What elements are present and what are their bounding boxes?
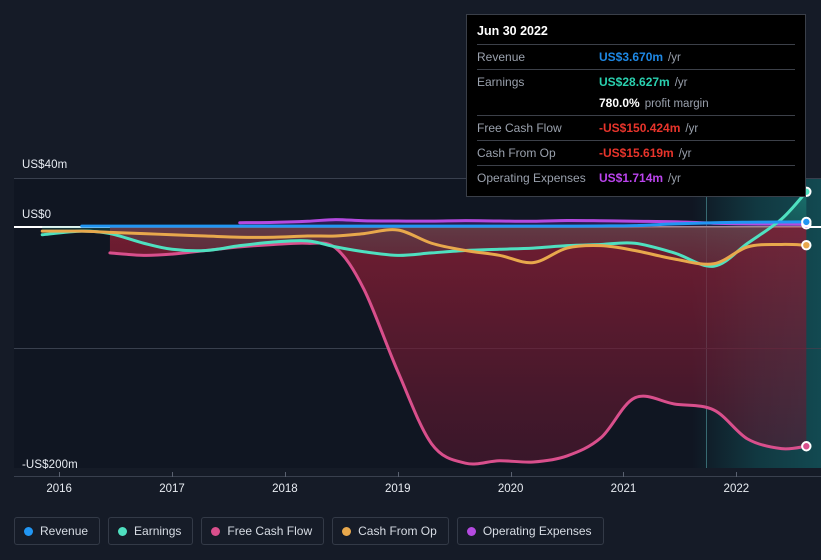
tooltip-row-value: US$3.670m/yr (599, 50, 681, 64)
chart-screenshot: US$40m US$0 -US$200m 2016 2017 2018 2019 202… (0, 0, 821, 560)
legend-color-dot-icon (24, 526, 33, 536)
legend-item-revenue[interactable]: Revenue (14, 517, 101, 545)
zero-line (14, 226, 821, 228)
x-axis-tick (59, 472, 61, 477)
legend-item-label: Operating Expenses (482, 524, 592, 538)
x-axis-tick (510, 472, 512, 477)
tooltip-row-label: Cash From Op (477, 146, 556, 160)
tooltip-row: Revenue US$3.670m/yr (477, 44, 795, 69)
x-axis-tick (397, 472, 399, 477)
tooltip-row: 780.0% profit margin (477, 94, 795, 115)
chart-legend[interactable]: Revenue Earnings Free Cash Flow Cash From O… (14, 517, 604, 545)
legend-item-label: Revenue (40, 524, 89, 538)
tooltip-row: Operating Expenses US$1.714m/yr (477, 165, 795, 190)
legend-color-dot-icon (211, 526, 221, 536)
legend-color-dot-icon (466, 526, 476, 536)
x-axis-line (14, 476, 821, 477)
y-axis-label-bottom: -US$200m (22, 459, 78, 471)
tooltip-row: Earnings US$28.627m/yr (477, 69, 795, 94)
data-tooltip: Jun 30 2022 Revenue US$3.670m/yr Earnings U… (466, 14, 806, 197)
x-axis-tick (284, 472, 286, 477)
forecast-shading (692, 178, 821, 468)
x-axis-tick-label: 2017 (159, 483, 185, 495)
tooltip-row: Cash From Op -US$15.619m/yr (477, 140, 795, 165)
tooltip-date: Jun 30 2022 (477, 24, 548, 38)
x-axis-tick (736, 472, 738, 477)
legend-item-label: Cash From Op (358, 524, 437, 538)
forecast-divider (706, 178, 707, 468)
tooltip-rows: Revenue US$3.670m/yr Earnings US$28.627m/yr… (477, 44, 795, 190)
tooltip-row-value: US$1.714m/yr (599, 171, 681, 185)
tooltip-row-label: Revenue (477, 50, 526, 64)
tooltip-row-label: Earnings (477, 75, 525, 89)
x-axis-tick-label: 2016 (46, 483, 72, 495)
x-axis-tick-label: 2018 (272, 483, 298, 495)
legend-item-cash-from-op[interactable]: Cash From Op (332, 517, 449, 545)
legend-item-operating-expenses[interactable]: Operating Expenses (456, 517, 604, 545)
tooltip-row-value: US$28.627m/yr (599, 75, 688, 89)
x-axis-tick-label: 2020 (497, 483, 524, 495)
legend-item-earnings[interactable]: Earnings (108, 517, 194, 545)
tooltip-row-value: 780.0% profit margin (599, 96, 709, 110)
legend-item-free-cash-flow[interactable]: Free Cash Flow (201, 517, 325, 545)
tooltip-row-value: -US$150.424m/yr (599, 121, 699, 135)
tooltip-row-label: Operating Expenses (477, 171, 586, 185)
plot-area (14, 178, 821, 468)
x-axis-tick-label: 2019 (384, 483, 411, 495)
gridline-neg100m (14, 348, 821, 349)
tooltip-row-label: Free Cash Flow (477, 121, 562, 135)
legend-color-dot-icon (118, 526, 128, 536)
tooltip-row: Free Cash Flow -US$150.424m/yr (477, 115, 795, 140)
x-axis-tick-label: 2022 (723, 483, 750, 495)
x-axis-tick (623, 472, 625, 477)
x-axis-tick-label: 2021 (610, 483, 637, 495)
y-axis-label-top: US$40m (22, 159, 68, 171)
legend-item-label: Earnings (134, 524, 182, 538)
x-axis-tick (172, 472, 173, 477)
y-axis-label-zero: US$0 (22, 209, 52, 221)
legend-item-label: Free Cash Flow (227, 524, 313, 538)
tooltip-row-value: -US$15.619m/yr (599, 146, 692, 160)
legend-color-dot-icon (342, 526, 352, 536)
